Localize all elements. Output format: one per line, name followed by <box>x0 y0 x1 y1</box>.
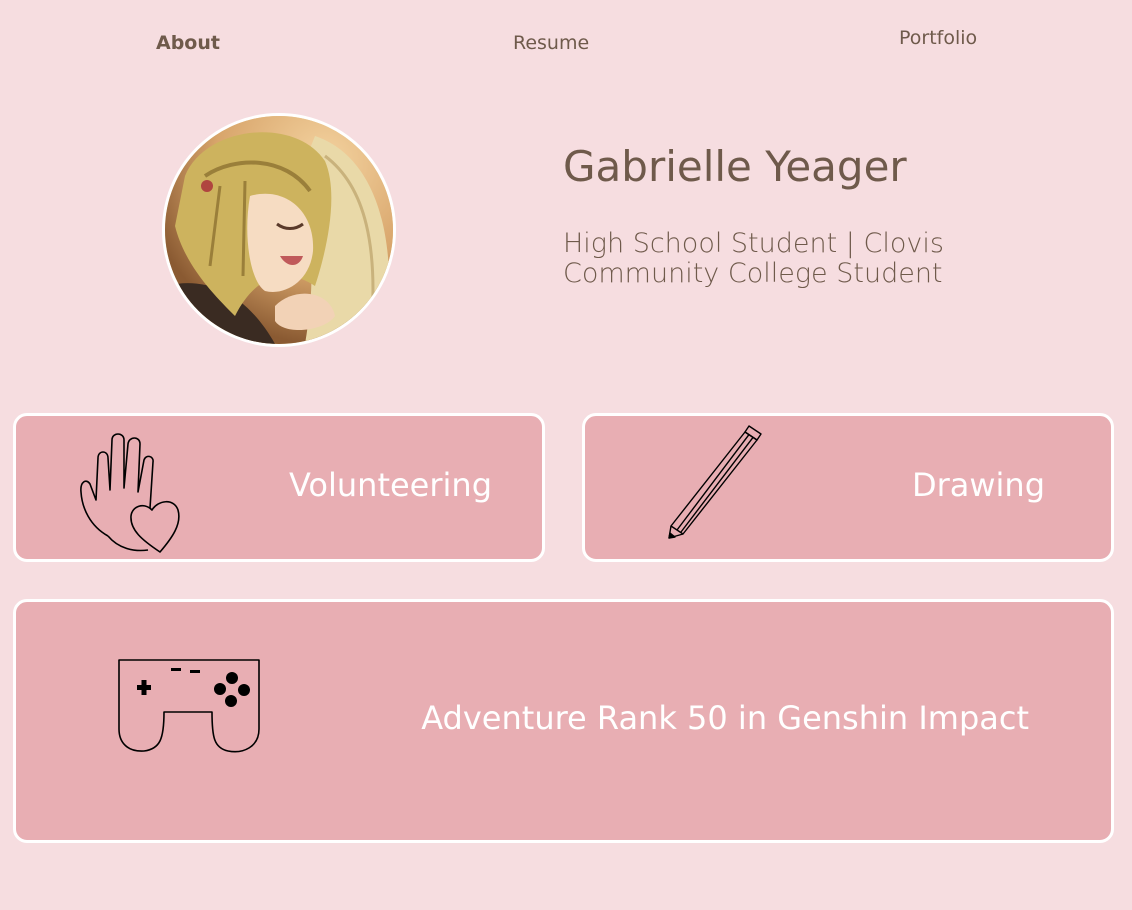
card-volunteering[interactable]: Volunteering <box>13 413 545 562</box>
game-controller-icon <box>118 659 260 753</box>
card-drawing-label: Drawing <box>911 466 1045 504</box>
profile-avatar <box>162 113 396 347</box>
card-gaming[interactable]: Adventure Rank 50 in Genshin Impact <box>13 599 1114 843</box>
card-drawing[interactable]: Drawing <box>582 413 1114 562</box>
card-gaming-label: Adventure Rank 50 in Genshin Impact <box>421 699 1029 737</box>
nav-portfolio-link[interactable]: Portfolio <box>899 27 977 49</box>
profile-photo <box>165 116 393 344</box>
profile-subtitle: High School Student | Clovis Community C… <box>563 228 944 289</box>
profile-name: Gabrielle Yeager <box>563 142 907 191</box>
nav-about-link[interactable]: About <box>156 32 220 54</box>
hand-heart-icon <box>80 433 180 553</box>
nav-resume-link[interactable]: Resume <box>513 32 589 54</box>
pencil-icon <box>668 425 762 539</box>
card-volunteering-label: Volunteering <box>289 466 492 504</box>
